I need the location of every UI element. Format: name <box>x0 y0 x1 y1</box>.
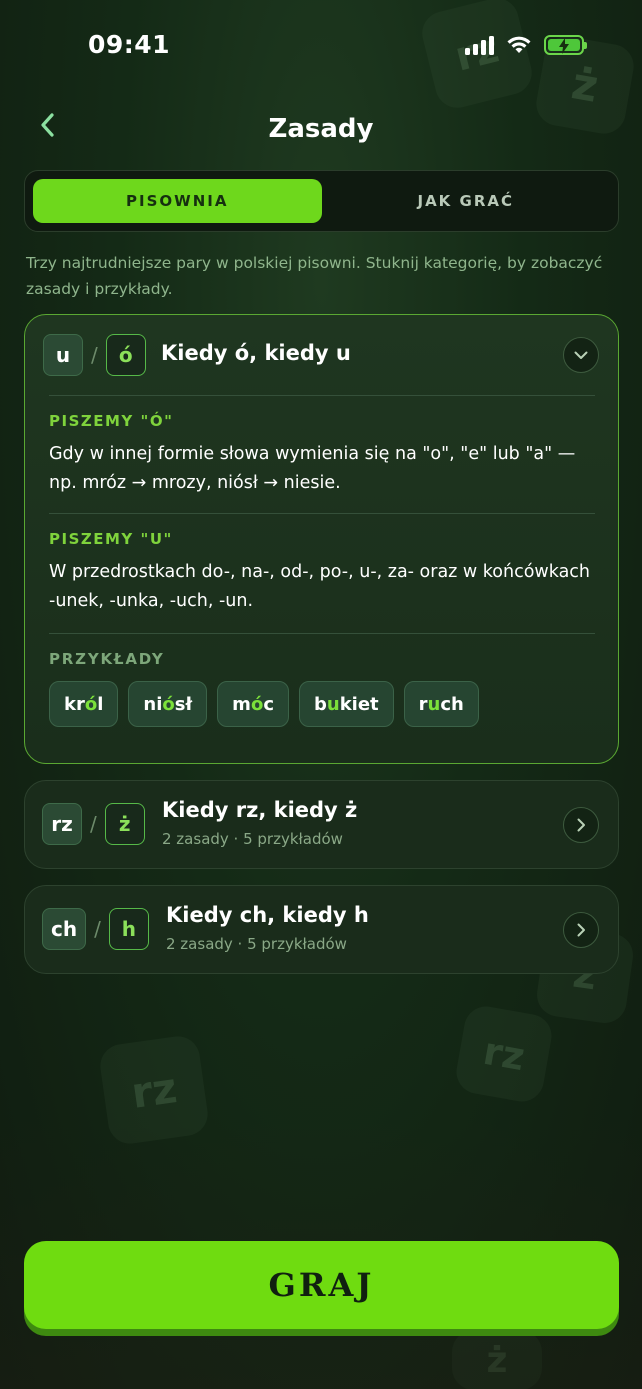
letter-pair: ch / h <box>42 908 149 950</box>
slash-separator: / <box>94 917 101 941</box>
letter-tile-highlight: h <box>108 908 149 950</box>
chevron-right-icon <box>577 818 585 832</box>
category-subtitle: 2 zasady · 5 przykładów <box>162 830 343 848</box>
chevron-right-icon <box>577 923 585 937</box>
chevron-down-icon <box>574 351 588 359</box>
example-chip-moc[interactable]: móc <box>217 681 289 727</box>
play-button[interactable]: GRAJ <box>24 1241 619 1329</box>
category-title: Kiedy ch, kiedy h <box>166 903 369 927</box>
bg-tile-text: rz <box>128 1062 180 1118</box>
rule-label-o: PISZEMY "Ó" <box>49 412 174 430</box>
divider <box>49 395 595 396</box>
header: Zasady <box>0 100 642 160</box>
example-chip-krol[interactable]: kr ó l <box>49 681 119 727</box>
example-chips: kr ó l ni ó sł móc b u kiet r u ch <box>49 681 479 727</box>
play-button-label: GRAJ <box>268 1266 375 1304</box>
category-title: Kiedy rz, kiedy ż <box>162 798 358 822</box>
letter-pair: u / ó <box>43 334 146 376</box>
divider <box>49 513 595 514</box>
category-card-rz-z[interactable]: rz / ż Kiedy rz, kiedy ż 2 zasady · 5 pr… <box>24 780 619 869</box>
rule-text-o: Gdy w innej formie słowa wymienia się na… <box>49 444 576 493</box>
example-chip-ruch[interactable]: r u ch <box>403 681 479 727</box>
rule-text-u: W przedrostkach do-, na-, od-, po-, u-, … <box>49 562 591 611</box>
tab-switcher: PISOWNIA JAK GRAĆ <box>24 170 619 232</box>
tab-pisownia[interactable]: PISOWNIA <box>33 179 322 223</box>
category-title: Kiedy ó, kiedy u <box>161 341 351 365</box>
letter-pair: rz / ż <box>42 803 145 845</box>
examples-label: PRZYKŁADY <box>49 650 165 668</box>
wifi-icon <box>507 36 531 53</box>
slash-separator: / <box>90 812 97 836</box>
page-title: Zasady <box>268 114 374 144</box>
category-card-u-o: u / ó Kiedy ó, kiedy u PISZEMY "Ó" Gdy w… <box>24 314 619 764</box>
bg-tile-rz-mid: rz <box>453 1003 555 1105</box>
battery-icon <box>544 35 587 55</box>
letter-tile: ch <box>42 908 87 950</box>
tab-jak-grac[interactable]: JAK GRAĆ <box>322 179 611 223</box>
open-button[interactable] <box>563 912 599 948</box>
slash-separator: / <box>91 343 98 367</box>
letter-tile: rz <box>42 803 82 845</box>
category-card-ch-h[interactable]: ch / h Kiedy ch, kiedy h 2 zasady · 5 pr… <box>24 885 619 974</box>
status-time: 09:41 <box>88 30 171 59</box>
divider <box>49 633 595 634</box>
status-bar: 09:41 <box>0 0 642 96</box>
example-chip-niosl[interactable]: ni ó sł <box>128 681 208 727</box>
example-chip-bukiet[interactable]: b u kiet <box>298 681 394 727</box>
bg-tile-text: rz <box>480 1028 528 1080</box>
intro-text: Trzy najtrudniejsze pary w polskiej piso… <box>26 254 603 298</box>
letter-tile: u <box>43 334 83 376</box>
rule-label-u: PISZEMY "U" <box>49 530 173 548</box>
category-subtitle: 2 zasady · 5 przykładów <box>166 935 347 953</box>
signal-icon <box>465 35 494 55</box>
letter-tile-highlight: ż <box>104 803 145 845</box>
collapse-button[interactable] <box>563 337 599 373</box>
open-button[interactable] <box>563 807 599 843</box>
letter-tile-highlight: ó <box>105 334 146 376</box>
status-icons <box>465 35 587 55</box>
